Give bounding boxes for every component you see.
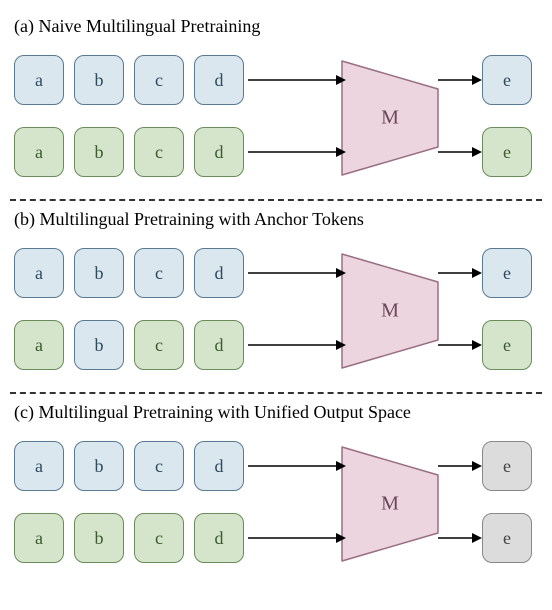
diagram-section: (c) Multilingual Pretraining with Unifie…: [10, 396, 542, 583]
output-token: e: [482, 127, 532, 177]
input-token: b: [74, 248, 124, 298]
input-token: d: [194, 513, 244, 563]
input-token: a: [14, 441, 64, 491]
section-divider: [10, 392, 542, 394]
input-token: c: [134, 320, 184, 370]
input-token: a: [14, 320, 64, 370]
diagram-area: abcd e abcd e M: [10, 240, 542, 380]
arrow-icon: [438, 267, 484, 279]
input-token: c: [134, 441, 184, 491]
input-token: b: [74, 320, 124, 370]
input-token: d: [194, 127, 244, 177]
input-tokens: abcd: [14, 320, 244, 370]
model-block: M: [340, 59, 440, 177]
section-divider: [10, 199, 542, 201]
input-token: d: [194, 248, 244, 298]
output-token: e: [482, 55, 532, 105]
diagram-area: abcd e abcd e M: [10, 47, 542, 187]
token-row: abcd: [10, 248, 244, 298]
arrow-icon: [438, 339, 484, 351]
arrow-icon: [248, 74, 348, 86]
arrow-icon: [248, 460, 348, 472]
diagram-section: (b) Multilingual Pretraining with Anchor…: [10, 203, 542, 390]
arrow-icon: [248, 339, 348, 351]
arrow-icon: [438, 532, 484, 544]
token-row: abcd: [10, 55, 244, 105]
output-token: e: [482, 320, 532, 370]
arrow-icon: [248, 267, 348, 279]
input-tokens: abcd: [14, 55, 244, 105]
input-token: b: [74, 441, 124, 491]
input-token: c: [134, 127, 184, 177]
model-block: M: [340, 252, 440, 370]
input-token: d: [194, 441, 244, 491]
output-token: e: [482, 441, 532, 491]
model-block: M: [340, 445, 440, 563]
input-token: a: [14, 513, 64, 563]
token-row: abcd: [10, 127, 244, 177]
input-token: c: [134, 513, 184, 563]
output-token: e: [482, 248, 532, 298]
input-token: b: [74, 513, 124, 563]
diagram-section: (a) Naive Multilingual Pretrainingabcdea…: [10, 10, 542, 197]
arrow-icon: [438, 74, 484, 86]
input-tokens: abcd: [14, 127, 244, 177]
input-token: c: [134, 55, 184, 105]
diagram-area: abcd e abcd e M: [10, 433, 542, 573]
input-token: c: [134, 248, 184, 298]
input-tokens: abcd: [14, 441, 244, 491]
section-title: (c) Multilingual Pretraining with Unifie…: [14, 402, 542, 423]
input-token: b: [74, 127, 124, 177]
arrow-icon: [248, 532, 348, 544]
arrow-icon: [438, 146, 484, 158]
input-token: b: [74, 55, 124, 105]
output-token: e: [482, 513, 532, 563]
input-token: d: [194, 55, 244, 105]
token-row: abcd: [10, 441, 244, 491]
model-label: M: [381, 107, 399, 130]
model-label: M: [381, 300, 399, 323]
token-row: abcd: [10, 513, 244, 563]
input-tokens: abcd: [14, 248, 244, 298]
arrow-icon: [248, 146, 348, 158]
input-token: a: [14, 248, 64, 298]
arrow-icon: [438, 460, 484, 472]
section-title: (a) Naive Multilingual Pretraining: [14, 16, 542, 37]
input-token: d: [194, 320, 244, 370]
token-row: abcd: [10, 320, 244, 370]
input-tokens: abcd: [14, 513, 244, 563]
section-title: (b) Multilingual Pretraining with Anchor…: [14, 209, 542, 230]
model-label: M: [381, 493, 399, 516]
input-token: a: [14, 127, 64, 177]
input-token: a: [14, 55, 64, 105]
